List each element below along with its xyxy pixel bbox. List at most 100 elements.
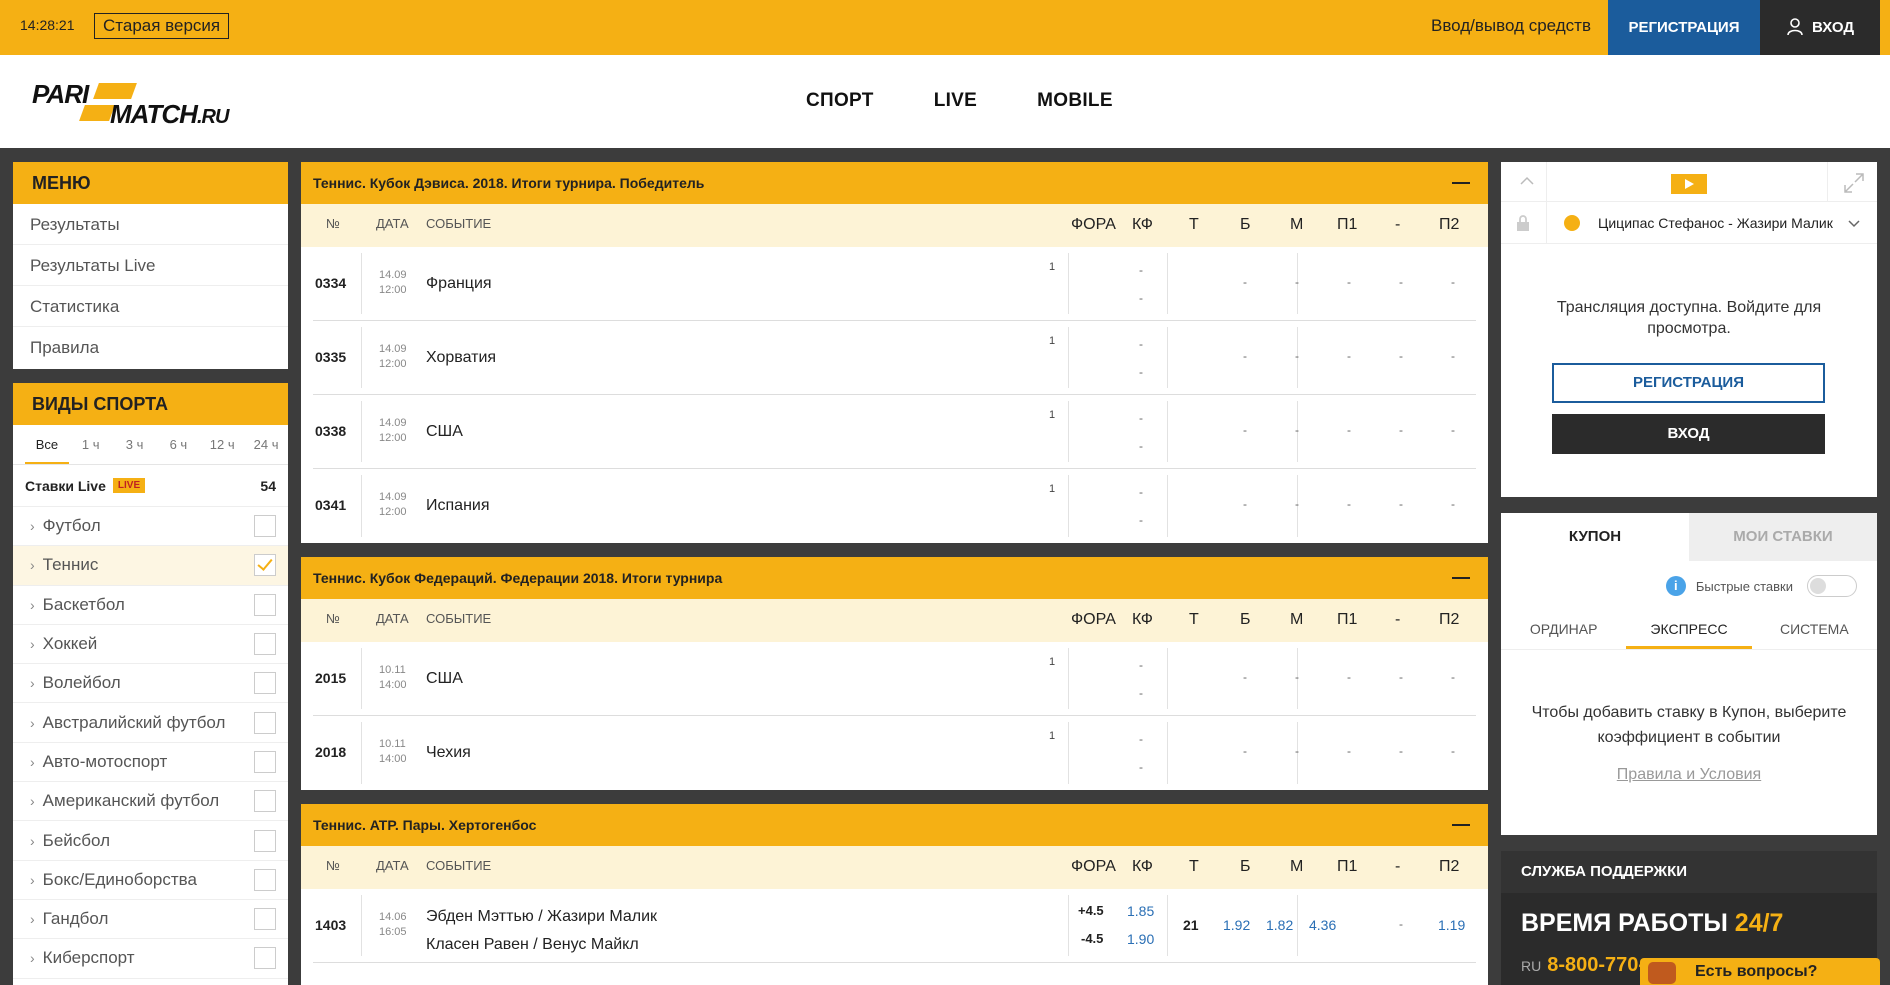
nav-sport[interactable]: СПОРТ xyxy=(806,90,874,112)
table-row[interactable]: 1403 14.06 16:05 Эбден Мэттью / Жазири Ма… xyxy=(313,889,1476,963)
tab-coupon[interactable]: КУПОН xyxy=(1501,513,1689,561)
expand-icon[interactable] xyxy=(1843,172,1865,194)
register-button[interactable]: РЕГИСТРАЦИЯ xyxy=(1608,0,1760,55)
table-row[interactable]: 2018 10.11 14:00 Чехия 1 -- ----- xyxy=(313,716,1476,790)
chat-icon xyxy=(1648,962,1676,984)
menu-item-statistics[interactable]: Статистика xyxy=(13,286,288,327)
sport-checkbox[interactable] xyxy=(254,593,276,616)
chat-label: Есть вопросы? xyxy=(1695,963,1818,980)
chevron-right-icon: › xyxy=(30,911,35,928)
lock-icon xyxy=(1517,215,1529,231)
sport-item-hockey[interactable]: › Хоккей xyxy=(13,625,288,665)
sport-checkbox[interactable] xyxy=(254,868,276,891)
chevron-down-icon[interactable] xyxy=(1848,220,1860,228)
sport-label: Баскетбол xyxy=(42,594,125,614)
tab-my-bets[interactable]: МОИ СТАВКИ xyxy=(1689,513,1877,561)
chevron-right-icon: › xyxy=(30,871,35,888)
menu-panel: МЕНЮ Результаты Результаты Live Статисти… xyxy=(13,162,288,369)
sport-label: Волейбол xyxy=(42,673,121,693)
sport-checkbox[interactable] xyxy=(254,633,276,656)
tab-single[interactable]: ОРДИНАР xyxy=(1501,610,1626,649)
video-login-button[interactable]: ВХОД xyxy=(1552,414,1825,454)
info-icon[interactable]: i xyxy=(1665,576,1686,596)
table-header: № ДАТА СОБЫТИЕ ФОРА КФ Т Б М П1 - П2 xyxy=(301,204,1488,247)
event-block: Теннис. Кубок Дэвиса. 2018. Итоги турнир… xyxy=(301,162,1488,543)
login-button[interactable]: ВХОД xyxy=(1760,0,1880,55)
menu-item-results-live[interactable]: Результаты Live xyxy=(13,245,288,286)
filter-3h[interactable]: 3 ч xyxy=(113,425,157,464)
chevron-right-icon: › xyxy=(30,793,35,810)
sport-checkbox[interactable] xyxy=(254,947,276,970)
support-phone[interactable]: RU 8-800-770- xyxy=(1521,954,1645,977)
sport-checkbox[interactable] xyxy=(254,515,276,538)
sport-item-motorsport[interactable]: › Авто-мотоспорт xyxy=(13,743,288,783)
sport-label: Авто-мотоспорт xyxy=(42,751,168,771)
tab-system[interactable]: СИСТЕМА xyxy=(1752,610,1877,649)
tennis-ball-icon xyxy=(1564,215,1580,231)
collapse-icon[interactable] xyxy=(1452,824,1470,826)
video-message: Трансляция доступна. Войдите для просмот… xyxy=(1556,299,1822,337)
event-block-title[interactable]: Теннис. ATP. Пары. Хертогенбос xyxy=(301,804,1488,846)
sport-checkbox[interactable] xyxy=(254,711,276,734)
coupon-panel: КУПОН МОИ СТАВКИ i Быстрые ставки ОРДИНА… xyxy=(1501,513,1877,835)
sport-checkbox[interactable] xyxy=(254,750,276,773)
filter-all[interactable]: Все xyxy=(25,425,69,464)
table-header: № ДАТА СОБЫТИЕ ФОРА КФ Т Б М П1 - П2 xyxy=(301,599,1488,642)
table-row[interactable]: 0334 14.09 12:00 Франция 1 -- ----- xyxy=(313,247,1476,321)
filter-1h[interactable]: 1 ч xyxy=(69,425,113,464)
sport-item-aussie-football[interactable]: › Австралийский футбол xyxy=(13,703,288,743)
sport-checkbox[interactable] xyxy=(254,829,276,852)
sport-checkbox[interactable] xyxy=(254,554,276,577)
tab-express[interactable]: ЭКСПРЕСС xyxy=(1626,610,1752,649)
sport-checkbox[interactable] xyxy=(254,672,276,695)
chat-button[interactable]: Есть вопросы? xyxy=(1640,958,1880,985)
sports-panel: ВИДЫ СПОРТА Все 1 ч 3 ч 6 ч 12 ч 24 ч Ст… xyxy=(13,383,288,985)
table-row[interactable]: 0335 14.09 12:00 Хорватия 1 -- ----- xyxy=(313,321,1476,395)
sport-checkbox[interactable] xyxy=(254,908,276,931)
sport-item-baseball[interactable]: › Бейсбол xyxy=(13,821,288,861)
event-block-title[interactable]: Теннис. Кубок Дэвиса. 2018. Итоги турнир… xyxy=(301,162,1488,204)
table-row[interactable]: 0341 14.09 12:00 Испания 1 -- ----- xyxy=(313,469,1476,543)
filter-6h[interactable]: 6 ч xyxy=(156,425,200,464)
logo[interactable]: PARI MATCH.RU xyxy=(32,79,242,129)
coupon-hint: Чтобы добавить ставку в Купон, выберите … xyxy=(1531,704,1847,746)
support-title: СЛУЖБА ПОДДЕРЖКИ xyxy=(1501,851,1877,893)
table-row[interactable]: 2015 10.11 14:00 США 1 -- ----- xyxy=(313,642,1476,716)
sport-checkbox[interactable] xyxy=(254,790,276,813)
table-row[interactable]: 0338 14.09 12:00 США 1 -- ----- xyxy=(313,395,1476,469)
video-register-button[interactable]: РЕГИСТРАЦИЯ xyxy=(1552,363,1825,403)
sport-label: Футбол xyxy=(42,516,101,536)
sport-label: Теннис xyxy=(42,555,99,575)
clock: 14:28:21 xyxy=(20,17,75,33)
video-match-select[interactable]: Циципас Стефанос - Жазири Малик xyxy=(1501,202,1877,244)
top-bar: 14:28:21 Старая версия Ввод/вывод средст… xyxy=(0,0,1890,55)
menu-item-rules[interactable]: Правила xyxy=(13,327,288,368)
video-match-name: Циципас Стефанос - Жазири Малик xyxy=(1598,215,1833,231)
rules-link[interactable]: Правила и Условия xyxy=(1501,766,1877,784)
sport-item-esports[interactable]: › Киберспорт xyxy=(13,939,288,979)
sport-item-basketball[interactable]: › Баскетбол xyxy=(13,586,288,625)
chevron-right-icon: › xyxy=(30,636,35,653)
filter-24h[interactable]: 24 ч xyxy=(244,425,288,464)
fast-bets-toggle[interactable] xyxy=(1807,575,1857,597)
sport-item-american-football[interactable]: › Американский футбол xyxy=(13,782,288,822)
nav-mobile[interactable]: MOBILE xyxy=(1037,90,1113,112)
event-block: Теннис. ATP. Пары. Хертогенбос № ДАТА СОБЫ… xyxy=(301,804,1488,985)
chevron-up-icon[interactable] xyxy=(1519,176,1535,186)
sport-item-boxing[interactable]: › Бокс/Единоборства xyxy=(13,861,288,900)
main-nav: СПОРТ LIVE MOBILE xyxy=(806,90,1113,112)
collapse-icon[interactable] xyxy=(1452,577,1470,579)
time-filters: Все 1 ч 3 ч 6 ч 12 ч 24 ч xyxy=(13,425,288,465)
sport-item-handball[interactable]: › Гандбол xyxy=(13,900,288,940)
sport-item-volleyball[interactable]: › Волейбол xyxy=(13,664,288,704)
live-bets-row[interactable]: Ставки Live LIVE 54 xyxy=(13,465,288,507)
event-block-title[interactable]: Теннис. Кубок Федераций. Федерации 2018.… xyxy=(301,557,1488,599)
menu-item-results[interactable]: Результаты xyxy=(13,204,288,245)
collapse-icon[interactable] xyxy=(1452,182,1470,184)
sport-item-tennis[interactable]: › Теннис xyxy=(13,546,288,586)
filter-12h[interactable]: 12 ч xyxy=(200,425,244,464)
old-version-button[interactable]: Старая версия xyxy=(94,13,230,39)
funds-link[interactable]: Ввод/вывод средств xyxy=(1431,16,1591,36)
nav-live[interactable]: LIVE xyxy=(934,90,977,112)
sport-item-football[interactable]: › Футбол xyxy=(13,507,288,547)
